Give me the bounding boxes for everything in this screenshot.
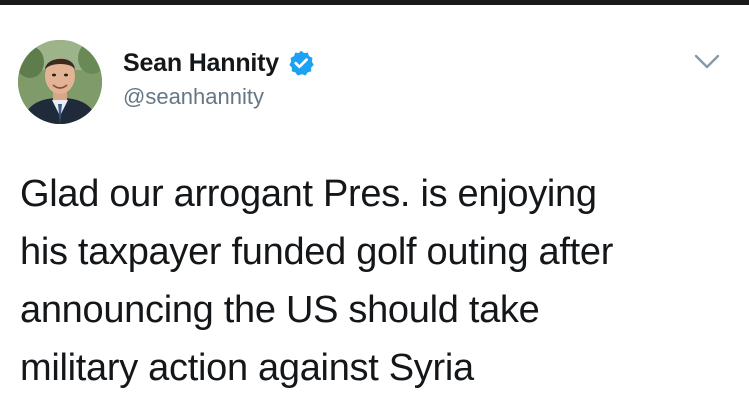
tweet-text: Glad our arrogant Pres. is enjoying his … <box>20 173 614 389</box>
user-handle[interactable]: @seanhannity <box>123 84 315 110</box>
tweet-author: Sean Hannity @seanhannity <box>123 45 315 110</box>
chevron-down-icon[interactable] <box>694 53 720 71</box>
display-name[interactable]: Sean Hannity <box>123 49 279 78</box>
name-row: Sean Hannity <box>123 45 315 81</box>
verified-badge-icon <box>287 49 315 77</box>
tweet-card: Sean Hannity @seanhannity Glad our arrog… <box>0 5 749 415</box>
avatar[interactable] <box>18 40 102 124</box>
profile-photo-icon <box>18 40 102 124</box>
